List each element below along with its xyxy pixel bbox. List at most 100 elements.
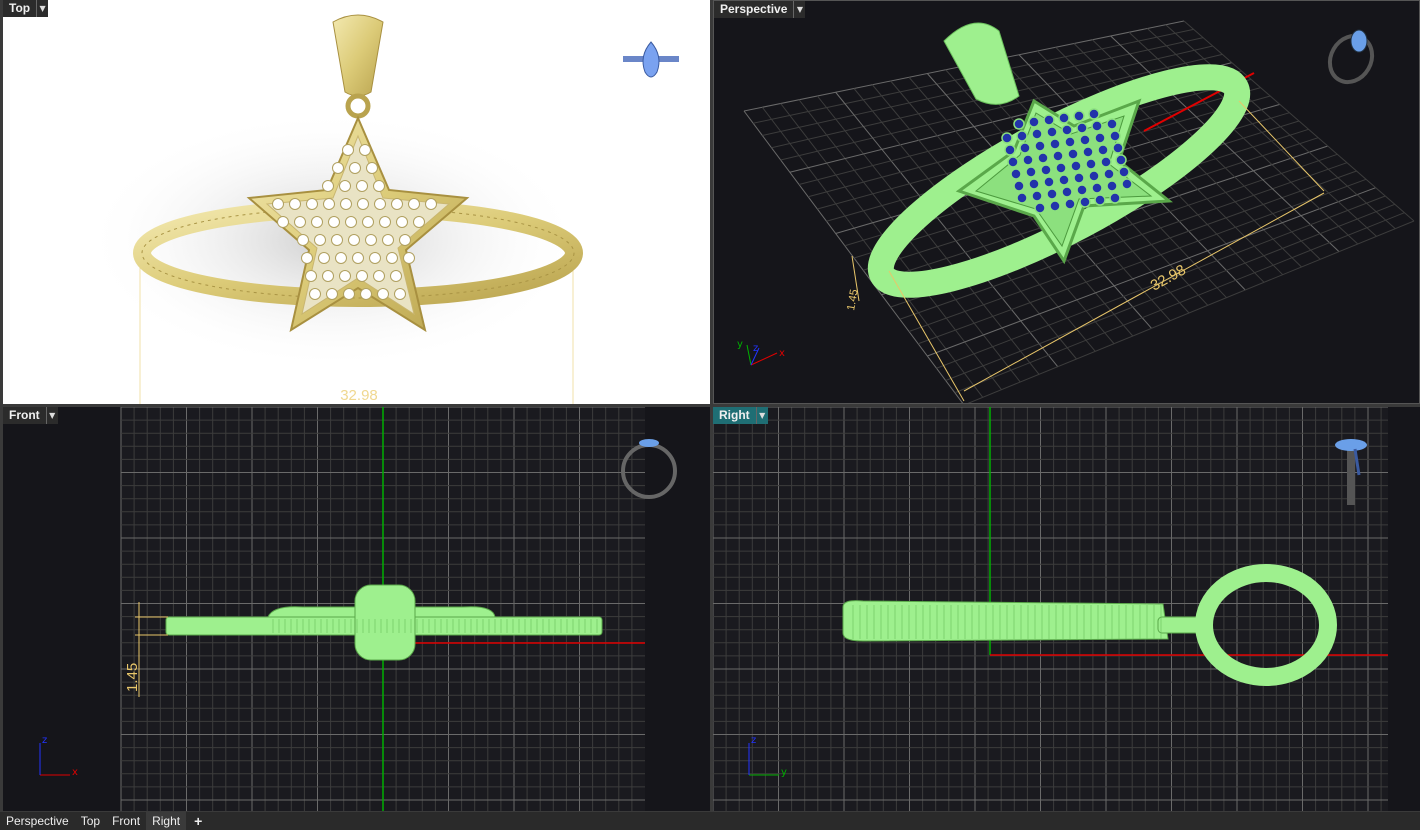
diamond	[345, 216, 357, 228]
diamond	[309, 288, 321, 300]
diamond	[369, 252, 381, 264]
stone	[1067, 148, 1079, 160]
diamond	[314, 234, 326, 246]
tab-front[interactable]: Front	[106, 812, 146, 830]
stone	[1091, 120, 1103, 132]
diamond	[366, 162, 378, 174]
axis-x-label: x	[779, 348, 785, 359]
viewport-right[interactable]: Right ▼ y z	[713, 407, 1420, 811]
diamond	[335, 252, 347, 264]
stone	[1118, 166, 1130, 178]
stone	[1058, 174, 1070, 186]
axis-y-label: y	[737, 339, 743, 350]
front-scene: 1.45 x z	[39, 407, 677, 811]
bail-front	[354, 584, 416, 661]
stone	[1043, 176, 1055, 188]
stone	[1016, 130, 1028, 142]
stone	[1061, 186, 1073, 198]
pendant-bail	[332, 14, 384, 97]
viewport-perspective[interactable]: Perspective ▼ 32.98 1.45 x y z	[713, 0, 1420, 404]
stone	[1049, 200, 1061, 212]
tab-right[interactable]: Right	[146, 812, 187, 830]
stone	[1088, 108, 1100, 120]
ring-thumbnail-icon	[623, 41, 679, 78]
dimension-height-text: 1.45	[124, 663, 141, 692]
viewport-tab-perspective[interactable]: Perspective ▼	[714, 1, 806, 18]
diamond	[377, 288, 389, 300]
diamond	[305, 270, 317, 282]
stone	[1079, 196, 1091, 208]
diamond	[352, 252, 364, 264]
diamond	[408, 198, 420, 210]
stone	[1085, 158, 1097, 170]
diamond	[294, 216, 306, 228]
stone	[1031, 190, 1043, 202]
stone	[1076, 122, 1088, 134]
chevron-down-icon[interactable]: ▼	[793, 1, 806, 18]
stone	[1106, 118, 1118, 130]
stone	[1079, 134, 1091, 146]
axis-y-label: y	[781, 767, 787, 778]
diamond	[374, 198, 386, 210]
stone	[1043, 114, 1055, 126]
stone	[1058, 112, 1070, 124]
stone	[1073, 172, 1085, 184]
tab-top[interactable]: Top	[75, 812, 106, 830]
grid-line	[954, 212, 1405, 394]
diamond	[272, 198, 284, 210]
diamond	[379, 216, 391, 228]
diamond	[323, 198, 335, 210]
stone	[1097, 144, 1109, 156]
axis-triad: x z	[39, 735, 78, 778]
stone	[1001, 132, 1013, 144]
stone	[1073, 110, 1085, 122]
stone	[1100, 156, 1112, 168]
stone	[1028, 116, 1040, 128]
diamond	[289, 198, 301, 210]
viewport-top[interactable]: Top ▼ 32.98	[3, 0, 710, 404]
right-scene: y z	[713, 407, 1388, 811]
diamond	[297, 234, 309, 246]
diamond	[425, 198, 437, 210]
stone	[1076, 184, 1088, 196]
stone	[1049, 138, 1061, 150]
diamond	[390, 270, 402, 282]
diamond	[343, 288, 355, 300]
diamond	[403, 252, 415, 264]
stone	[1094, 132, 1106, 144]
stone	[1064, 136, 1076, 148]
dimension-text: 32.98	[340, 387, 378, 404]
viewport-label[interactable]: Right	[713, 407, 756, 424]
viewport-label[interactable]: Top	[3, 0, 37, 17]
axis-z-label: z	[753, 343, 758, 354]
viewport-front[interactable]: Front ▼ 1.45 x z	[3, 407, 710, 811]
plus-icon[interactable]: +	[186, 812, 210, 830]
diamond	[356, 270, 368, 282]
diamond	[342, 144, 354, 156]
viewport-label[interactable]: Front	[3, 407, 46, 424]
viewport-label[interactable]: Perspective	[714, 1, 794, 18]
stone	[1070, 160, 1082, 172]
diamond	[356, 180, 368, 192]
chevron-down-icon[interactable]: ▼	[36, 0, 49, 17]
viewport-tab-bar: Perspective Top Front Right +	[0, 812, 1420, 830]
chevron-down-icon[interactable]: ▼	[45, 407, 58, 424]
diamond	[394, 288, 406, 300]
diamond	[277, 216, 289, 228]
tab-perspective[interactable]: Perspective	[0, 812, 75, 830]
diamond	[311, 216, 323, 228]
stone	[1013, 180, 1025, 192]
stone	[1025, 166, 1037, 178]
diamond	[318, 252, 330, 264]
viewport-tab-top[interactable]: Top ▼	[3, 0, 49, 17]
viewport-tab-front[interactable]: Front ▼	[3, 407, 58, 424]
axis-z-label: z	[42, 735, 47, 746]
stone	[1103, 168, 1115, 180]
chevron-down-icon[interactable]: ▼	[755, 407, 768, 424]
stone	[1046, 126, 1058, 138]
stone	[1028, 178, 1040, 190]
diamond	[349, 162, 361, 174]
diamond	[360, 288, 372, 300]
viewport-tab-right[interactable]: Right ▼	[713, 407, 768, 424]
stone	[1082, 146, 1094, 158]
